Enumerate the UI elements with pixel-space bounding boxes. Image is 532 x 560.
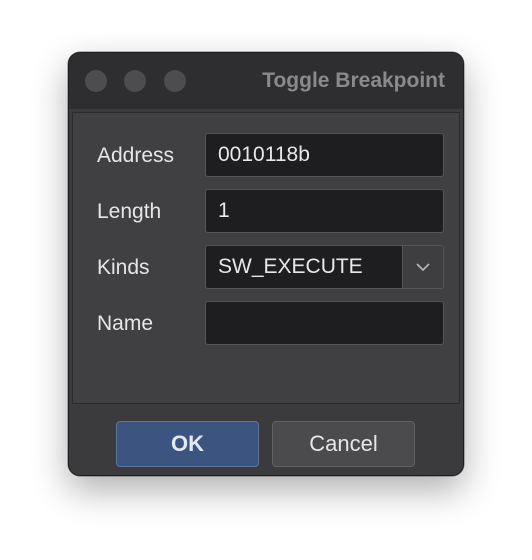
window-title: Toggle Breakpoint [262,69,445,92]
chevron-down-icon [416,263,430,272]
name-label: Name [97,312,154,335]
ok-button[interactable]: OK [116,421,259,467]
close-icon[interactable] [85,70,107,92]
kinds-label: Kinds [97,256,150,279]
address-field[interactable]: 0010118b [205,133,444,177]
address-label: Address [97,144,175,167]
name-field[interactable] [205,301,444,345]
form-panel: Address 0010118b Length 1 Kinds SW_EXECU… [72,112,460,404]
button-bar: OK Cancel [69,405,463,475]
minimize-icon[interactable] [124,70,146,92]
kinds-dropdown[interactable]: SW_EXECUTE [205,245,444,289]
length-field[interactable]: 1 [205,189,444,233]
kinds-dropdown-value[interactable]: SW_EXECUTE [206,246,402,288]
title-bar[interactable]: Toggle Breakpoint [69,53,463,109]
length-label: Length [97,200,162,223]
cancel-button[interactable]: Cancel [272,421,415,467]
kinds-dropdown-button[interactable] [402,246,443,288]
zoom-icon[interactable] [164,70,186,92]
toggle-breakpoint-dialog: Toggle Breakpoint Address 0010118b Lengt… [68,52,464,476]
